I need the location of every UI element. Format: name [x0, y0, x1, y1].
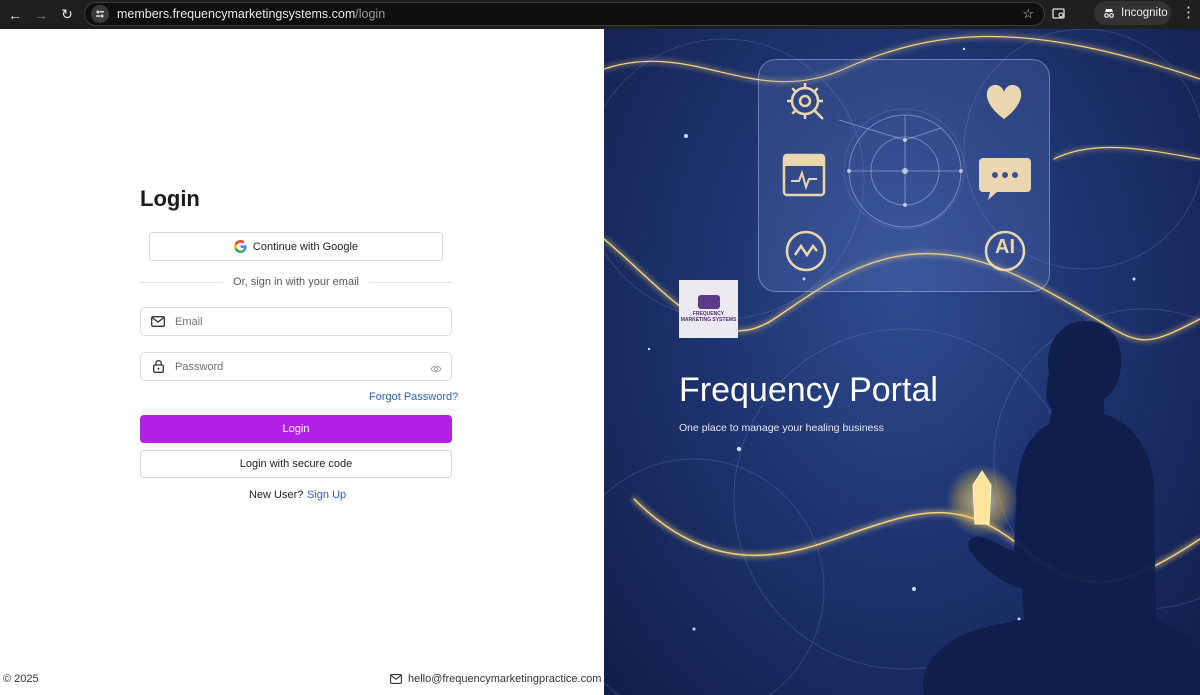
- incognito-icon: [1104, 9, 1114, 18]
- hero-panel: AI FREQUENCY MARKETING SYSTEMS Frequency…: [604, 29, 1200, 695]
- lock-icon: [141, 360, 175, 373]
- new-user-text: New User?: [249, 489, 304, 501]
- hero-title: Frequency Portal: [679, 371, 938, 409]
- bookmark-star-icon[interactable]: ☆: [1022, 6, 1034, 22]
- page-title: Login: [140, 186, 200, 211]
- email-field[interactable]: Email: [140, 307, 452, 336]
- contact-email-text: hello@frequencymarketingpractice.com: [408, 673, 602, 685]
- forward-arrow-icon[interactable]: →: [30, 4, 52, 26]
- divider-text: Or, sign in with your email: [233, 276, 359, 288]
- forgot-password-link[interactable]: Forgot Password?: [369, 391, 458, 403]
- password-field[interactable]: Password: [140, 352, 452, 381]
- frequency-logo: FREQUENCY MARKETING SYSTEMS: [679, 280, 738, 338]
- tab-search-icon[interactable]: [1052, 3, 1066, 25]
- incognito-label: Incognito: [1121, 7, 1168, 19]
- chat-bubble-icon: [979, 158, 1031, 200]
- browser-toolbar: ← → ↻ members.frequencymarketingsystems.…: [0, 0, 1200, 29]
- logo-mark: [697, 295, 720, 309]
- envelope-icon: [390, 674, 402, 684]
- google-icon: [233, 240, 247, 253]
- incognito-indicator[interactable]: Incognito: [1094, 1, 1171, 25]
- divider: Or, sign in with your email: [140, 276, 452, 288]
- sign-up-link[interactable]: Sign Up: [307, 489, 346, 501]
- heart-icon: [986, 84, 1022, 119]
- copyright-text: © 2025: [3, 673, 39, 685]
- reload-icon[interactable]: ↻: [56, 4, 78, 26]
- feature-icons-panel: AI: [758, 59, 1050, 292]
- login-button[interactable]: Login: [140, 415, 452, 443]
- show-password-eye-icon[interactable]: [430, 361, 442, 379]
- pulse-wave-icon: [785, 230, 827, 272]
- logo-text: FREQUENCY MARKETING SYSTEMS: [680, 311, 737, 323]
- login-pane: Login Continue with Google Or, sign in w…: [0, 29, 604, 695]
- google-button-label: Continue with Google: [252, 240, 359, 253]
- menu-kebab-icon[interactable]: ⋮: [1181, 3, 1196, 21]
- contact-email-link[interactable]: hello@frequencymarketingpractice.com: [390, 673, 601, 685]
- address-bar[interactable]: members.frequencymarketingsystems.com/lo…: [84, 2, 1045, 26]
- calendar-icon: [782, 153, 826, 197]
- url-text: members.frequencymarketingsystems.com/lo…: [117, 7, 386, 21]
- site-info-icon[interactable]: [91, 5, 109, 23]
- google-signin-button[interactable]: Continue with Google: [149, 232, 443, 261]
- hero-subtitle: One place to manage your healing busines…: [679, 422, 884, 434]
- email-placeholder: Email: [175, 315, 203, 328]
- password-placeholder: Password: [175, 360, 224, 373]
- ai-badge-label: AI: [995, 236, 1015, 258]
- gear-search-icon: [787, 83, 824, 120]
- secure-code-login-button[interactable]: Login with secure code: [140, 450, 452, 478]
- back-arrow-icon[interactable]: ←: [4, 4, 26, 26]
- mail-icon: [141, 316, 175, 327]
